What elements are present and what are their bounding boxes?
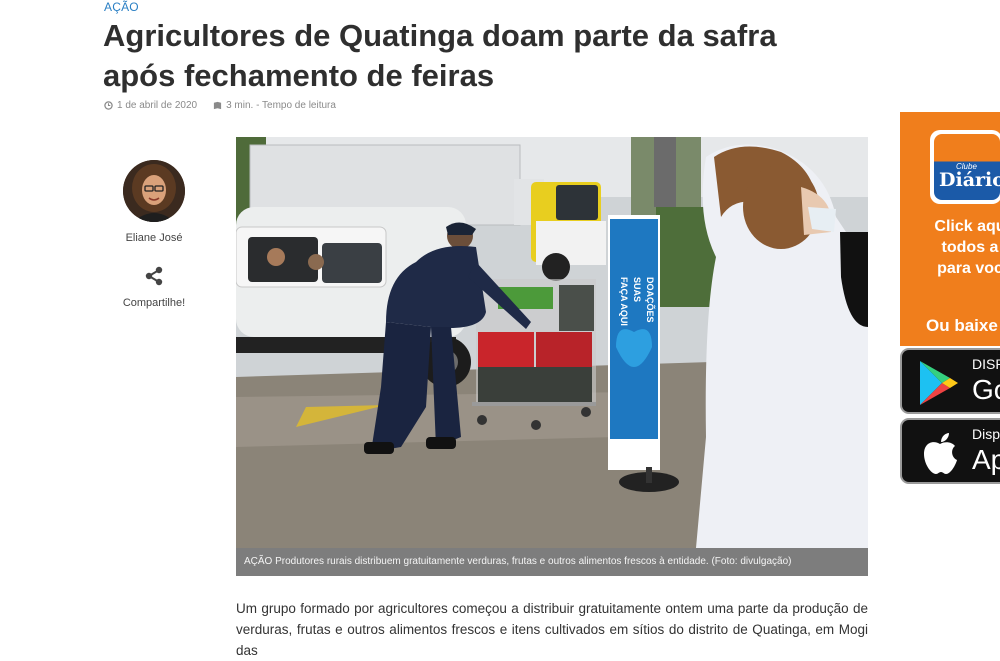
banner-text-line-1: FAÇA AQUI bbox=[619, 277, 629, 326]
article-photo: FAÇA AQUI SUAS DOAÇÕES bbox=[236, 137, 868, 548]
clock-icon bbox=[104, 101, 113, 110]
category-label[interactable]: AÇÃO bbox=[104, 0, 139, 14]
clube-diario-logo[interactable]: Clube Diário bbox=[930, 130, 1000, 204]
article-title: Agricultores de Quatinga doam parte da s… bbox=[103, 18, 777, 93]
logo-big-text: Diário bbox=[939, 169, 1000, 191]
apple-icon bbox=[924, 433, 957, 474]
google-play-button[interactable]: DISP Go bbox=[900, 348, 1000, 414]
google-play-small: DISP bbox=[972, 356, 1000, 372]
google-play-big: Go bbox=[972, 374, 1000, 405]
google-play-icon bbox=[920, 361, 958, 405]
app-store-small: Disp bbox=[972, 426, 1000, 442]
ad-line-2: todos a bbox=[941, 239, 999, 256]
app-store-button[interactable]: Disp Ap bbox=[900, 418, 1000, 484]
article-meta: 1 de abril de 2020 3 min. - Tempo de lei… bbox=[104, 100, 336, 111]
ad-cta[interactable]: Ou baixe bbox=[926, 316, 998, 336]
logo-badge: Clube Diário bbox=[934, 134, 1000, 200]
ad-banner[interactable]: Clube Diário Click aqu todos a para voc … bbox=[900, 112, 1000, 346]
reading-time: 3 min. - Tempo de leitura bbox=[226, 100, 336, 111]
ad-line-3: para voc bbox=[937, 260, 1000, 277]
ad-message: Click aqu todos a para voc bbox=[900, 216, 1000, 279]
publish-date: 1 de abril de 2020 bbox=[117, 100, 198, 111]
author-avatar[interactable] bbox=[123, 160, 185, 222]
share-icon[interactable] bbox=[144, 266, 164, 286]
author-name[interactable]: Eliane José bbox=[110, 232, 198, 244]
book-icon bbox=[213, 101, 222, 110]
ad-line-1: Click aqu bbox=[934, 218, 1000, 235]
article-body: Um grupo formado por agricultores começo… bbox=[236, 601, 868, 658]
author-block: Eliane José Compartilhe! bbox=[110, 160, 198, 309]
share-label[interactable]: Compartilhe! bbox=[110, 297, 198, 309]
banner-text-line-2: SUAS bbox=[632, 277, 642, 302]
banner-text-line-3: DOAÇÕES bbox=[645, 277, 655, 323]
photo-caption: AÇÃO Produtores rurais distribuem gratui… bbox=[236, 548, 868, 576]
app-store-big: Ap bbox=[972, 444, 1000, 475]
